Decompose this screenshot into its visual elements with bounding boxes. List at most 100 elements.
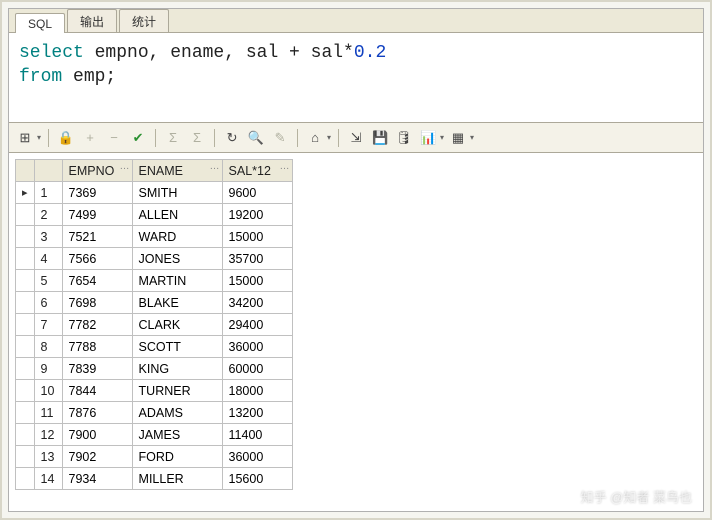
- sort-icon[interactable]: [210, 164, 220, 176]
- row-marker[interactable]: [16, 358, 35, 380]
- sort-icon[interactable]: [280, 164, 290, 176]
- table-row[interactable]: 117876ADAMS13200: [16, 402, 293, 424]
- row-marker[interactable]: [16, 402, 35, 424]
- cell-ename[interactable]: MARTIN: [132, 270, 222, 292]
- row-number[interactable]: 2: [34, 204, 62, 226]
- column-header-ename[interactable]: ENAME: [132, 160, 222, 182]
- cell-sal[interactable]: 36000: [222, 446, 292, 468]
- cell-sal[interactable]: 34200: [222, 292, 292, 314]
- table-row[interactable]: 147934MILLER15600: [16, 468, 293, 490]
- row-marker[interactable]: ▸: [16, 182, 35, 204]
- table-row[interactable]: 107844TURNER18000: [16, 380, 293, 402]
- row-marker[interactable]: [16, 446, 35, 468]
- cell-empno[interactable]: 7654: [62, 270, 132, 292]
- cell-empno[interactable]: 7369: [62, 182, 132, 204]
- table-row[interactable]: ▸17369SMITH9600: [16, 182, 293, 204]
- row-number[interactable]: 13: [34, 446, 62, 468]
- cell-sal[interactable]: 13200: [222, 402, 292, 424]
- cell-sal[interactable]: 18000: [222, 380, 292, 402]
- cell-ename[interactable]: BLAKE: [132, 292, 222, 314]
- cell-sal[interactable]: 15000: [222, 226, 292, 248]
- cell-sal[interactable]: 15000: [222, 270, 292, 292]
- find-button[interactable]: 🔍: [246, 128, 266, 148]
- home-button[interactable]: ⌂: [305, 128, 325, 148]
- cell-ename[interactable]: JAMES: [132, 424, 222, 446]
- row-number[interactable]: 3: [34, 226, 62, 248]
- dropdown-icon[interactable]: ▾: [37, 133, 41, 142]
- table-row[interactable]: 37521WARD15000: [16, 226, 293, 248]
- table-row[interactable]: 77782CLARK29400: [16, 314, 293, 336]
- cell-sal[interactable]: 19200: [222, 204, 292, 226]
- cell-ename[interactable]: MILLER: [132, 468, 222, 490]
- table-row[interactable]: 57654MARTIN15000: [16, 270, 293, 292]
- row-marker[interactable]: [16, 226, 35, 248]
- cell-empno[interactable]: 7902: [62, 446, 132, 468]
- cell-empno[interactable]: 7499: [62, 204, 132, 226]
- dropdown-icon[interactable]: ▾: [470, 133, 474, 142]
- cell-empno[interactable]: 7788: [62, 336, 132, 358]
- tab-stats[interactable]: 统计: [119, 9, 169, 32]
- lock-button[interactable]: 🔒: [56, 128, 76, 148]
- dropdown-icon[interactable]: ▾: [327, 133, 331, 142]
- cell-ename[interactable]: CLARK: [132, 314, 222, 336]
- sql-editor[interactable]: select empno, ename, sal + sal*0.2 from …: [9, 33, 703, 123]
- cell-sal[interactable]: 29400: [222, 314, 292, 336]
- row-number[interactable]: 6: [34, 292, 62, 314]
- row-number[interactable]: 10: [34, 380, 62, 402]
- save-button[interactable]: 💾: [370, 128, 390, 148]
- row-number[interactable]: 5: [34, 270, 62, 292]
- row-number[interactable]: 4: [34, 248, 62, 270]
- results-grid[interactable]: EMPNO ENAME SAL*12 ▸17369SMITH960027499A…: [15, 159, 293, 490]
- row-number[interactable]: 14: [34, 468, 62, 490]
- row-marker[interactable]: [16, 314, 35, 336]
- cell-empno[interactable]: 7839: [62, 358, 132, 380]
- cell-empno[interactable]: 7900: [62, 424, 132, 446]
- commit-button[interactable]: ✔: [128, 128, 148, 148]
- cell-ename[interactable]: SMITH: [132, 182, 222, 204]
- row-marker[interactable]: [16, 292, 35, 314]
- sum-button-2[interactable]: Σ: [187, 128, 207, 148]
- cell-sal[interactable]: 9600: [222, 182, 292, 204]
- tab-sql[interactable]: SQL: [15, 13, 65, 33]
- delete-row-button[interactable]: −: [104, 128, 124, 148]
- row-marker[interactable]: [16, 336, 35, 358]
- row-marker[interactable]: [16, 468, 35, 490]
- row-number[interactable]: 7: [34, 314, 62, 336]
- row-marker[interactable]: [16, 424, 35, 446]
- cell-empno[interactable]: 7566: [62, 248, 132, 270]
- row-number[interactable]: 1: [34, 182, 62, 204]
- cell-empno[interactable]: 7934: [62, 468, 132, 490]
- row-number[interactable]: 12: [34, 424, 62, 446]
- row-marker[interactable]: [16, 270, 35, 292]
- row-number[interactable]: 8: [34, 336, 62, 358]
- column-header-sal[interactable]: SAL*12: [222, 160, 292, 182]
- cell-ename[interactable]: JONES: [132, 248, 222, 270]
- row-number[interactable]: 9: [34, 358, 62, 380]
- table-row[interactable]: 87788SCOTT36000: [16, 336, 293, 358]
- cell-sal[interactable]: 35700: [222, 248, 292, 270]
- column-header-empno[interactable]: EMPNO: [62, 160, 132, 182]
- cell-ename[interactable]: ADAMS: [132, 402, 222, 424]
- row-number-header[interactable]: [34, 160, 62, 182]
- cell-empno[interactable]: 7876: [62, 402, 132, 424]
- cell-ename[interactable]: TURNER: [132, 380, 222, 402]
- cell-sal[interactable]: 60000: [222, 358, 292, 380]
- edit-button[interactable]: ✎: [270, 128, 290, 148]
- cell-empno[interactable]: 7782: [62, 314, 132, 336]
- chart-button[interactable]: 📊: [418, 128, 438, 148]
- cell-sal[interactable]: 15600: [222, 468, 292, 490]
- cell-sal[interactable]: 36000: [222, 336, 292, 358]
- table-row[interactable]: 137902FORD36000: [16, 446, 293, 468]
- row-number[interactable]: 11: [34, 402, 62, 424]
- row-marker[interactable]: [16, 204, 35, 226]
- cell-ename[interactable]: WARD: [132, 226, 222, 248]
- table-button[interactable]: ▦: [448, 128, 468, 148]
- sort-icon[interactable]: [120, 164, 130, 176]
- row-marker[interactable]: [16, 248, 35, 270]
- cell-ename[interactable]: SCOTT: [132, 336, 222, 358]
- cell-empno[interactable]: 7521: [62, 226, 132, 248]
- cell-ename[interactable]: ALLEN: [132, 204, 222, 226]
- table-row[interactable]: 127900JAMES11400: [16, 424, 293, 446]
- refresh-button[interactable]: ↻: [222, 128, 242, 148]
- add-row-button[interactable]: +: [80, 128, 100, 148]
